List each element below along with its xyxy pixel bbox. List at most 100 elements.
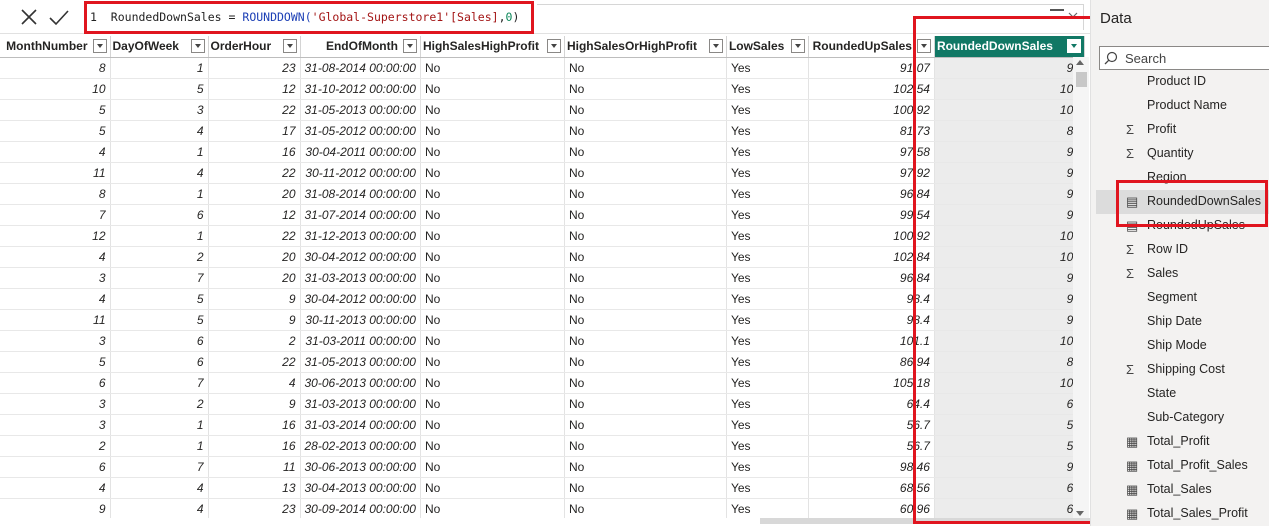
column-filter-button[interactable]	[1066, 39, 1081, 53]
table-cell[interactable]: 105	[934, 372, 1085, 394]
table-cell[interactable]: 64	[934, 393, 1085, 415]
table-cell[interactable]: No	[564, 477, 727, 499]
table-cell[interactable]: 7	[110, 456, 209, 478]
table-cell[interactable]: 97.92	[808, 162, 935, 184]
table-cell[interactable]: 23	[208, 57, 301, 79]
table-cell[interactable]: 3	[0, 414, 111, 436]
field-search-input[interactable]: Search	[1099, 46, 1269, 70]
table-cell[interactable]: 68.56	[808, 477, 935, 499]
table-cell[interactable]: No	[420, 477, 565, 499]
scroll-down-icon[interactable]	[1076, 511, 1084, 516]
table-cell[interactable]: No	[420, 141, 565, 163]
table-cell[interactable]: 9	[0, 498, 111, 518]
table-cell[interactable]: 105.18	[808, 372, 935, 394]
table-cell[interactable]: Yes	[726, 99, 809, 121]
column-header-highsaleshighprofit[interactable]: HighSalesHighProfit	[420, 36, 565, 58]
table-cell[interactable]: Yes	[726, 351, 809, 373]
field-item[interactable]: ▤ RoundedDownSales	[1096, 190, 1269, 214]
table-cell[interactable]: 28-02-2013 00:00:00	[300, 435, 421, 457]
table-cell[interactable]: No	[420, 183, 565, 205]
table-cell[interactable]: Yes	[726, 498, 809, 518]
table-cell[interactable]: Yes	[726, 435, 809, 457]
table-cell[interactable]: 20	[208, 183, 301, 205]
table-cell[interactable]: 91.07	[808, 57, 935, 79]
field-item[interactable]: Σ Profit	[1096, 118, 1269, 142]
table-cell[interactable]: 99	[934, 204, 1085, 226]
table-cell[interactable]: 4	[0, 141, 111, 163]
table-cell[interactable]: Yes	[726, 183, 809, 205]
table-cell[interactable]: 86.94	[808, 351, 935, 373]
table-cell[interactable]: 101	[934, 330, 1085, 352]
table-cell[interactable]: 102.84	[808, 246, 935, 268]
column-filter-button[interactable]	[190, 39, 205, 53]
table-cell[interactable]: Yes	[726, 330, 809, 352]
table-cell[interactable]: 5	[110, 288, 209, 310]
table-cell[interactable]: 97	[934, 141, 1085, 163]
table-cell[interactable]: 6	[110, 351, 209, 373]
table-cell[interactable]: No	[564, 99, 727, 121]
table-cell[interactable]: Yes	[726, 246, 809, 268]
table-cell[interactable]: 31-12-2013 00:00:00	[300, 225, 421, 247]
table-cell[interactable]: 30-06-2013 00:00:00	[300, 456, 421, 478]
column-filter-button[interactable]	[282, 39, 297, 53]
table-cell[interactable]: 102	[934, 78, 1085, 100]
table-cell[interactable]: 98.4	[808, 309, 935, 331]
table-cell[interactable]: Yes	[726, 267, 809, 289]
column-filter-button[interactable]	[92, 39, 107, 53]
field-item[interactable]: Σ Row ID	[1096, 238, 1269, 262]
table-cell[interactable]: 81	[934, 120, 1085, 142]
table-cell[interactable]: 6	[0, 456, 111, 478]
field-item[interactable]: State	[1096, 382, 1269, 406]
table-cell[interactable]: 31-07-2014 00:00:00	[300, 204, 421, 226]
scrollbar-thumb[interactable]	[1076, 72, 1087, 87]
table-cell[interactable]: 97	[934, 162, 1085, 184]
table-cell[interactable]: 3	[0, 330, 111, 352]
table-cell[interactable]: 86	[934, 351, 1085, 373]
table-cell[interactable]: 98	[934, 309, 1085, 331]
table-cell[interactable]: 8	[0, 183, 111, 205]
table-cell[interactable]: 13	[208, 477, 301, 499]
table-cell[interactable]: No	[564, 246, 727, 268]
table-cell[interactable]: 31-03-2013 00:00:00	[300, 393, 421, 415]
table-cell[interactable]: No	[420, 204, 565, 226]
table-cell[interactable]: 60	[934, 498, 1085, 518]
field-item[interactable]: Ship Date	[1096, 310, 1269, 334]
table-cell[interactable]: No	[420, 99, 565, 121]
table-cell[interactable]: 5	[0, 120, 111, 142]
table-cell[interactable]: 3	[110, 99, 209, 121]
field-item[interactable]: Σ Shipping Cost	[1096, 358, 1269, 382]
table-cell[interactable]: Yes	[726, 57, 809, 79]
table-cell[interactable]: 98	[934, 288, 1085, 310]
table-cell[interactable]: 31-03-2013 00:00:00	[300, 267, 421, 289]
table-cell[interactable]: No	[420, 435, 565, 457]
table-cell[interactable]: 102	[934, 246, 1085, 268]
table-cell[interactable]: 12	[208, 204, 301, 226]
table-cell[interactable]: 30-06-2013 00:00:00	[300, 372, 421, 394]
table-cell[interactable]: No	[564, 204, 727, 226]
table-cell[interactable]: No	[564, 78, 727, 100]
vertical-scrollbar[interactable]	[1073, 57, 1089, 519]
table-cell[interactable]: 6	[0, 372, 111, 394]
table-cell[interactable]: 96	[934, 267, 1085, 289]
table-cell[interactable]: No	[564, 414, 727, 436]
table-cell[interactable]: 31-08-2014 00:00:00	[300, 57, 421, 79]
formula-input-extension[interactable]	[537, 4, 1084, 30]
chevron-down-icon[interactable]	[1068, 10, 1078, 20]
table-cell[interactable]: Yes	[726, 372, 809, 394]
table-cell[interactable]: No	[564, 309, 727, 331]
table-cell[interactable]: 4	[110, 477, 209, 499]
table-cell[interactable]: 12	[0, 225, 111, 247]
table-cell[interactable]: 68	[934, 477, 1085, 499]
table-cell[interactable]: 30-04-2012 00:00:00	[300, 246, 421, 268]
formula-input[interactable]: 1 RoundedDownSales = ROUNDDOWN('Global-S…	[84, 1, 534, 34]
table-cell[interactable]: 96	[934, 183, 1085, 205]
table-cell[interactable]: 31-05-2013 00:00:00	[300, 351, 421, 373]
table-cell[interactable]: No	[420, 246, 565, 268]
column-header-orderhour[interactable]: OrderHour	[208, 36, 301, 58]
field-item[interactable]: Sub-Category	[1096, 406, 1269, 430]
table-cell[interactable]: No	[420, 393, 565, 415]
table-cell[interactable]: No	[420, 162, 565, 184]
table-cell[interactable]: No	[564, 330, 727, 352]
table-cell[interactable]: Yes	[726, 120, 809, 142]
table-cell[interactable]: 56	[934, 435, 1085, 457]
